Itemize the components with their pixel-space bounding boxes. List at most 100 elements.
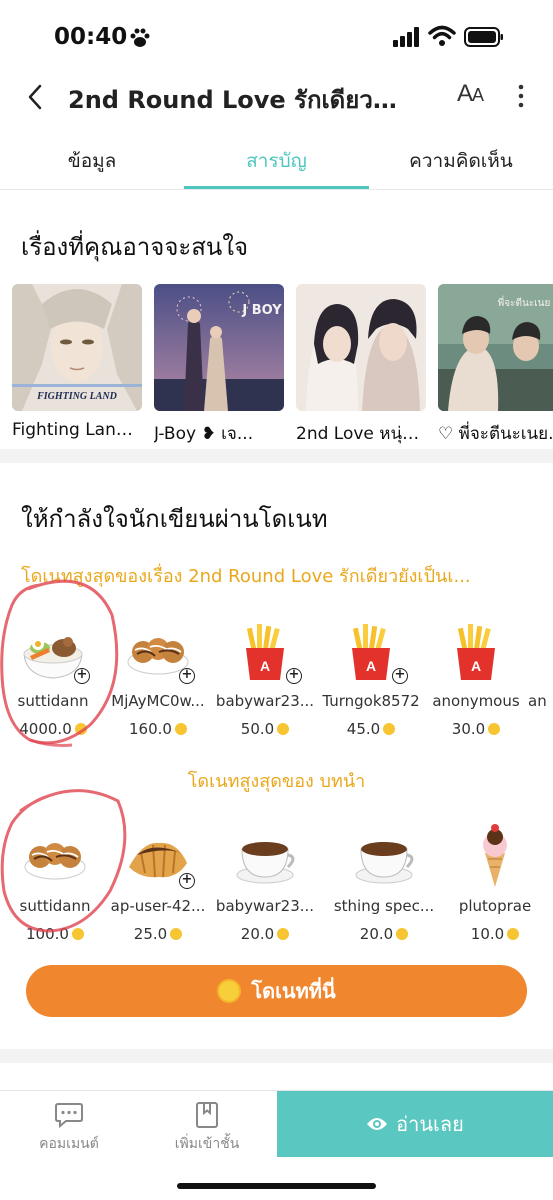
story-cover: พี่จะตีนะเนย bbox=[438, 284, 553, 411]
home-indicator bbox=[177, 1183, 376, 1189]
coin-icon bbox=[71, 928, 84, 940]
coin-icon bbox=[74, 723, 87, 735]
recommend-item[interactable]: FIGHTING LAND Fighting Land... bbox=[12, 284, 142, 440]
donor-name: Turngok8572 bbox=[322, 692, 420, 710]
add-gift-icon[interactable]: + bbox=[179, 873, 195, 889]
add-gift-icon[interactable]: + bbox=[392, 668, 408, 684]
donate-title: ให้กำลังใจนักเขียนผ่านโดเนท bbox=[21, 505, 328, 533]
donor-item[interactable]: A anonymous 30.0 bbox=[423, 618, 529, 738]
donor-amount-value: 45.0 bbox=[346, 720, 381, 738]
recommend-caption: Fighting Land... bbox=[12, 420, 142, 440]
fries-icon: A bbox=[441, 618, 511, 684]
back-icon[interactable] bbox=[24, 82, 46, 112]
tab-contents[interactable]: สารบัญ bbox=[184, 146, 369, 176]
donor-item[interactable]: + MjAyMC0w... 160.0 bbox=[105, 618, 211, 738]
nav-bar: 2nd Round Love รักเดียวยังเป็นเธอ AA bbox=[0, 72, 553, 122]
recommend-title: เรื่องที่คุณอาจจะสนใจ bbox=[21, 233, 249, 261]
donor-item[interactable]: + ap-user-42... 25.0 bbox=[105, 823, 211, 943]
add-gift-icon[interactable]: + bbox=[74, 668, 90, 684]
svg-text:A: A bbox=[471, 658, 481, 674]
coin-icon bbox=[217, 979, 242, 1003]
svg-text:A: A bbox=[260, 658, 270, 674]
coin-icon bbox=[170, 928, 183, 940]
donate-section: ให้กำลังใจนักเขียนผ่านโดเนท โดเนทสูงสุดข… bbox=[0, 463, 553, 1049]
status-bar: 00:40 bbox=[0, 0, 553, 72]
cover-title-text: พี่จะตีนะเนย bbox=[498, 295, 551, 309]
coin-icon bbox=[277, 723, 290, 735]
recommend-item[interactable]: J BOY J-Boy ❥ เจ... bbox=[154, 284, 284, 447]
fries-icon: A + bbox=[336, 618, 408, 684]
donor-amount: 30.0 bbox=[423, 720, 529, 738]
bookshelf-icon bbox=[196, 1102, 218, 1128]
donor-amount-value: 50.0 bbox=[240, 720, 275, 738]
donor-amount: 45.0 bbox=[318, 720, 424, 738]
donor-item[interactable]: suttidann 100.0 bbox=[2, 823, 108, 943]
donor-item[interactable]: + suttidann 4000.0 bbox=[0, 618, 106, 738]
active-tab-indicator bbox=[184, 186, 369, 189]
donor-amount-value: 20.0 bbox=[240, 925, 275, 943]
recommend-item[interactable]: พี่จะตีนะเนย ♡ พี่จะตีนะเนย... bbox=[438, 284, 553, 447]
cover-title-text: FIGHTING LAND bbox=[36, 391, 117, 402]
add-to-shelf-button[interactable]: เพิ่มเข้าชั้น bbox=[157, 1101, 257, 1155]
eye-icon bbox=[367, 1118, 388, 1130]
gift-icon bbox=[528, 618, 553, 684]
comment-icon bbox=[55, 1103, 83, 1129]
coin-icon bbox=[396, 928, 409, 940]
donor-item[interactable]: A + Turngok8572 45.0 bbox=[318, 618, 424, 738]
tab-info[interactable]: ข้อมูล bbox=[0, 146, 184, 176]
donor-item[interactable]: babywar23... 20.0 bbox=[212, 823, 318, 943]
read-now-button[interactable]: อ่านเลย bbox=[277, 1091, 553, 1157]
donor-name: suttidann bbox=[19, 897, 91, 915]
recommend-item[interactable]: 2nd Love หนุ่ม... bbox=[296, 284, 426, 447]
more-icon[interactable] bbox=[514, 82, 528, 110]
donor-name: suttidann bbox=[17, 692, 89, 710]
coin-icon bbox=[383, 723, 396, 735]
donor-item[interactable]: an bbox=[528, 618, 553, 710]
story-cover: J BOY bbox=[154, 284, 284, 411]
bottom-bar: คอมเมนต์ เพิ่มเข้าชั้น อ่านเลย bbox=[0, 1090, 553, 1200]
story-cover: FIGHTING LAND bbox=[12, 284, 142, 411]
section-divider bbox=[0, 1049, 553, 1063]
story-cover bbox=[296, 284, 426, 411]
coin-icon bbox=[488, 723, 501, 735]
donor-name: MjAyMC0w... bbox=[111, 692, 205, 710]
comment-button[interactable]: คอมเมนต์ bbox=[19, 1101, 119, 1155]
donor-name: babywar23... bbox=[215, 692, 315, 710]
donor-item[interactable]: A + babywar23... 50.0 bbox=[212, 618, 318, 738]
page-title: 2nd Round Love รักเดียวยังเป็นเธอ bbox=[68, 86, 398, 114]
donor-name: sthing spec... bbox=[333, 897, 435, 915]
tab-comments[interactable]: ความคิดเห็น bbox=[369, 146, 553, 176]
donate-button[interactable]: โดเนทที่นี่ bbox=[26, 965, 527, 1017]
coffee-icon bbox=[349, 823, 419, 889]
paw-icon bbox=[130, 28, 150, 47]
donate-button-label: โดเนทที่นี่ bbox=[251, 979, 336, 1003]
recommend-section: เรื่องที่คุณอาจจะสนใจ FIGHTING LAND Figh… bbox=[0, 191, 553, 449]
donor-amount: 20.0 bbox=[331, 925, 437, 943]
donor-item[interactable]: plutoprae 10.0 bbox=[442, 823, 548, 943]
story-donate-subtitle: โดเนทสูงสุดของเรื่อง 2nd Round Love รักเ… bbox=[21, 566, 471, 587]
add-gift-icon[interactable]: + bbox=[286, 668, 302, 684]
font-size-button[interactable]: AA bbox=[457, 80, 484, 108]
donor-item[interactable]: sthing spec... 20.0 bbox=[331, 823, 437, 943]
donor-amount-value: 10.0 bbox=[470, 925, 505, 943]
takoyaki-icon: + bbox=[123, 618, 195, 684]
coin-icon bbox=[277, 928, 290, 940]
donor-name: babywar23... bbox=[215, 897, 315, 915]
donor-name: anonymous bbox=[432, 692, 520, 710]
croissant-icon: + bbox=[123, 823, 195, 889]
signal-icon bbox=[393, 27, 419, 47]
add-gift-icon[interactable]: + bbox=[179, 668, 195, 684]
section-divider bbox=[0, 449, 553, 463]
takoyaki-icon bbox=[20, 823, 90, 889]
donor-amount: 25.0 bbox=[105, 925, 211, 943]
tab-bar: ข้อมูล สารบัญ ความคิดเห็น bbox=[0, 122, 553, 190]
donor-amount: 160.0 bbox=[105, 720, 211, 738]
donor-name: ap-user-42... bbox=[110, 897, 206, 915]
donor-amount-value: 4000.0 bbox=[19, 720, 72, 738]
add-to-shelf-label: เพิ่มเข้าชั้น bbox=[174, 1136, 240, 1152]
coin-icon bbox=[174, 723, 187, 735]
recommend-caption: J-Boy ❥ เจ... bbox=[154, 424, 254, 444]
coin-icon bbox=[507, 928, 520, 940]
comment-label: คอมเมนต์ bbox=[39, 1136, 99, 1152]
font-size-label: A bbox=[457, 80, 473, 107]
